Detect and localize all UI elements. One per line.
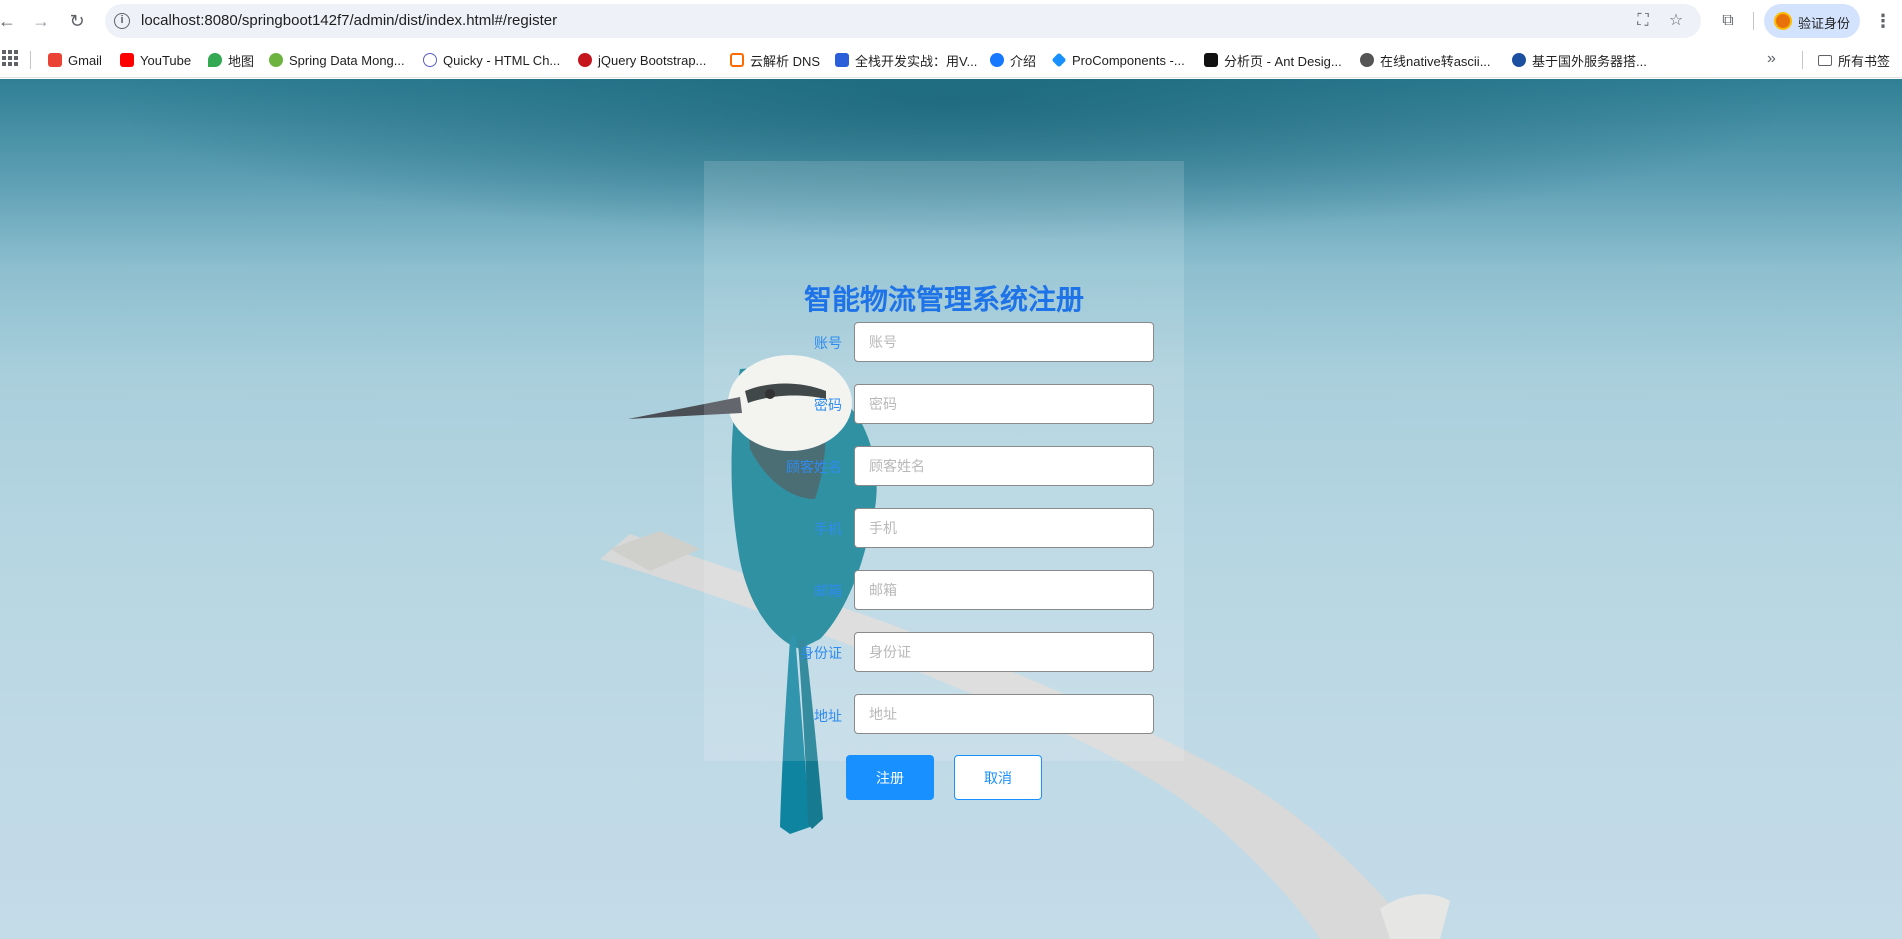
address-field[interactable] xyxy=(854,694,1154,734)
extensions-icon[interactable]: ⧉ xyxy=(1717,10,1739,32)
cancel-button[interactable]: 取消 xyxy=(954,755,1042,800)
spring-leaf-icon xyxy=(269,53,283,67)
bookmark-dns[interactable]: 云解析 DNS xyxy=(730,49,820,71)
email-label: 邮箱 xyxy=(814,583,842,599)
profile-button[interactable]: 验证身份 xyxy=(1764,4,1860,38)
register-button[interactable]: 注册 xyxy=(846,755,934,800)
bookmark-jquery-bootstrap[interactable]: jQuery Bootstrap... xyxy=(578,49,706,71)
id-card-label: 身份证 xyxy=(800,645,842,661)
bookmark-procomponents[interactable]: ProComponents -... xyxy=(1051,49,1185,71)
globe-icon xyxy=(1360,53,1374,67)
bookmark-youtube[interactable]: YouTube xyxy=(120,49,191,71)
phone-field[interactable] xyxy=(854,508,1154,548)
site-info-icon[interactable]: i xyxy=(114,13,130,29)
bookmarks-divider xyxy=(1802,51,1803,69)
back-icon[interactable]: ← xyxy=(0,10,18,32)
m-logo-icon xyxy=(835,53,849,67)
all-bookmarks-button[interactable]: 所有书签 xyxy=(1818,49,1890,71)
bookmark-spring-data[interactable]: Spring Data Mong... xyxy=(269,49,405,71)
profile-label: 验证身份 xyxy=(1798,16,1851,31)
bookmark-fullstack[interactable]: 全栈开发实战：用V... xyxy=(835,49,977,71)
address-url[interactable]: localhost:8080/springboot142f7/admin/dis… xyxy=(141,12,557,29)
diamond-icon xyxy=(1051,52,1067,68)
jquery-icon xyxy=(578,53,592,67)
account-field[interactable] xyxy=(854,322,1154,362)
forward-icon[interactable]: → xyxy=(30,10,52,32)
aliyun-icon xyxy=(730,53,744,67)
id-card-field[interactable] xyxy=(854,632,1154,672)
folder-icon xyxy=(1818,54,1832,66)
bookmarks-bar: Gmail YouTube 地图 Spring Data Mong... Qui… xyxy=(0,42,1902,78)
avatar xyxy=(1774,12,1792,30)
address-label: 地址 xyxy=(814,708,842,724)
phone-label: 手机 xyxy=(814,521,842,537)
browser-toolbar: ← → ↻ i localhost:8080/springboot142f7/a… xyxy=(0,0,1902,42)
page-title: 智能物流管理系统注册 xyxy=(803,284,1084,315)
chevron-double-right-icon[interactable]: » xyxy=(1767,50,1776,68)
bookmark-ant-design[interactable]: 分析页 - Ant Desig... xyxy=(1204,49,1342,71)
apps-grid-icon[interactable] xyxy=(2,50,18,66)
bookmark-native-ascii[interactable]: 在线native转ascii... xyxy=(1360,49,1491,71)
bookmark-intro[interactable]: 介绍 xyxy=(990,49,1036,71)
star-icon[interactable]: ☆ xyxy=(1667,12,1685,30)
password-field[interactable] xyxy=(854,384,1154,424)
globe-icon xyxy=(990,53,1004,67)
bookmark-gmail[interactable]: Gmail xyxy=(48,49,102,71)
customer-name-label: 顾客姓名 xyxy=(786,459,842,475)
menu-icon[interactable]: ⋮ xyxy=(1872,10,1894,32)
bookmarks-divider xyxy=(30,51,31,69)
server-icon xyxy=(1512,53,1526,67)
reload-icon[interactable]: ↻ xyxy=(66,10,88,32)
toolbar-divider xyxy=(1753,12,1754,30)
youtube-icon xyxy=(120,53,134,67)
customer-name-field[interactable] xyxy=(854,446,1154,486)
password-label: 密码 xyxy=(814,397,842,413)
address-bar[interactable]: i localhost:8080/springboot142f7/admin/d… xyxy=(105,4,1701,38)
account-label: 账号 xyxy=(814,335,842,351)
maps-pin-icon xyxy=(208,53,222,67)
bookmark-quicky[interactable]: Quicky - HTML Ch... xyxy=(423,49,560,71)
gmail-icon xyxy=(48,53,62,67)
translate-icon[interactable]: ⛶ xyxy=(1634,12,1652,30)
bookmark-maps[interactable]: 地图 xyxy=(208,49,254,71)
quicky-icon xyxy=(423,53,437,67)
bookmark-server[interactable]: 基于国外服务器搭... xyxy=(1512,49,1647,71)
email-field[interactable] xyxy=(854,570,1154,610)
pro-logo-icon xyxy=(1204,53,1218,67)
